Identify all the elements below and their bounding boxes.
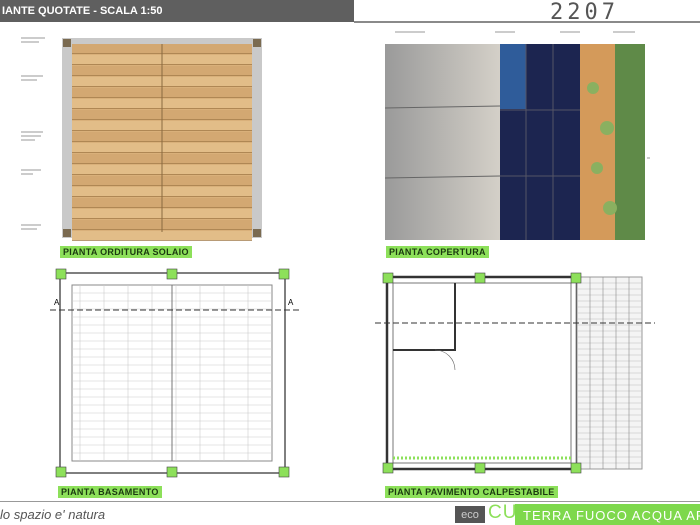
floor-plan-drawing xyxy=(375,272,655,474)
label-pianta-basamento: PIANTA BASAMENTO xyxy=(58,486,162,498)
sheet-title: IANTE QUOTATE - SCALA 1:50 xyxy=(2,5,163,17)
slogan: TERRA FUOCO ACQUA AR xyxy=(523,508,700,523)
section-mark-right: A xyxy=(288,298,294,307)
section-mark-left: A xyxy=(54,298,60,307)
footer-divider xyxy=(0,501,700,502)
header-divider xyxy=(354,21,700,23)
slogan-bar: TERRA FUOCO ACQUA AR xyxy=(515,504,700,525)
header-bar: IANTE QUOTATE - SCALA 1:50 xyxy=(0,0,354,22)
floor-framing-drawing xyxy=(21,37,262,241)
sheet-number: 2207 xyxy=(550,0,619,25)
basement-plan-drawing: A A xyxy=(50,268,300,478)
roof-drawing xyxy=(385,31,650,240)
footer-tagline: lo spazio e' natura xyxy=(0,507,106,522)
label-pianta-copertura: PIANTA COPERTURA xyxy=(386,246,489,258)
label-pianta-pavimento-calpestabile: PIANTA PAVIMENTO CALPESTABILE xyxy=(385,486,558,498)
label-pianta-orditura-solaio: PIANTA ORDITURA SOLAIO xyxy=(60,246,192,258)
logo-eco: eco xyxy=(455,506,485,523)
